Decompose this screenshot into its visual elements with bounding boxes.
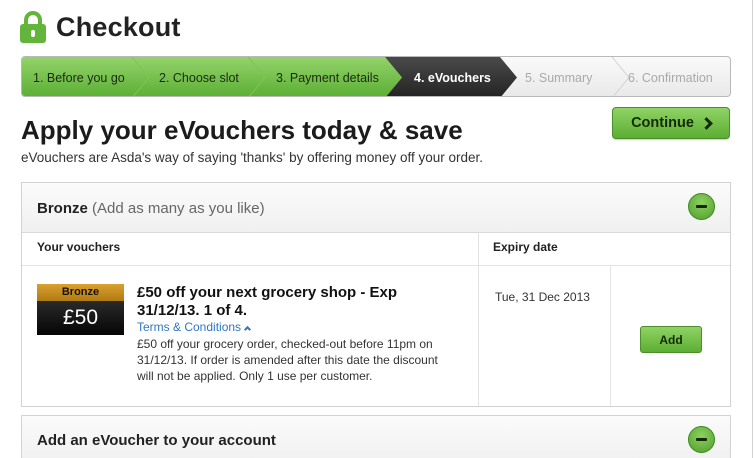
column-header-vouchers: Your vouchers (37, 240, 121, 254)
column-divider (610, 266, 611, 406)
bronze-title: Bronze (37, 200, 88, 217)
badge-tier: Bronze (37, 284, 124, 301)
bronze-panel-header[interactable]: Bronze (Add as many as you like) (22, 183, 730, 233)
checkout-header: Checkout (20, 10, 181, 44)
bronze-panel-title: Bronze (Add as many as you like) (37, 200, 265, 217)
step-payment-details[interactable]: 3. Payment details (276, 57, 379, 96)
terms-label: Terms & Conditions (137, 320, 242, 334)
evouchers-subtext: eVouchers are Asda's way of saying 'than… (21, 150, 483, 165)
column-header-expiry: Expiry date (493, 240, 558, 254)
continue-button[interactable]: Continue (612, 107, 730, 139)
continue-label: Continue (631, 115, 694, 131)
voucher-title: £50 off your next grocery shop - Exp 31/… (137, 284, 398, 319)
bronze-voucher-panel: Bronze (Add as many as you like) Your vo… (21, 182, 731, 407)
add-evoucher-title: Add an eVoucher to your account (37, 432, 276, 449)
collapse-bronze-button[interactable] (688, 193, 715, 220)
header-divider (22, 265, 730, 266)
minus-icon (696, 205, 707, 208)
chevron-right-icon (700, 117, 713, 130)
step-confirmation: 6. Confirmation (628, 70, 713, 85)
badge-value: £50 (37, 301, 124, 335)
add-evoucher-panel: Add an eVoucher to your account (21, 415, 731, 458)
bronze-title-note: (Add as many as you like) (92, 200, 265, 217)
chevron-up-icon (244, 325, 252, 334)
evouchers-heading: Apply your eVouchers today & save (21, 115, 463, 145)
voucher-badge: Bronze £50 (37, 284, 124, 335)
terms-conditions-link[interactable]: Terms & Conditions (137, 320, 252, 334)
step-evouchers: 4. eVouchers (414, 70, 491, 85)
checkout-progress-stepper: 1. Before you go 2. Choose slot 3. Payme… (21, 56, 731, 97)
add-voucher-button[interactable]: Add (640, 326, 702, 353)
page-title: Checkout (56, 11, 181, 42)
add-evoucher-header[interactable]: Add an eVoucher to your account (22, 416, 730, 458)
collapse-add-evoucher-button[interactable] (688, 426, 715, 453)
voucher-expiry: Tue, 31 Dec 2013 (495, 290, 590, 304)
column-divider (478, 233, 479, 406)
page-edge (752, 0, 753, 458)
voucher-description: £50 off your grocery order, checked-out … (137, 337, 438, 383)
step-choose-slot[interactable]: 2. Choose slot (159, 57, 239, 96)
step-summary: 5. Summary (525, 70, 593, 85)
step-before-you-go[interactable]: 1. Before you go (33, 57, 125, 96)
lock-icon (20, 11, 46, 43)
minus-icon (696, 438, 707, 441)
